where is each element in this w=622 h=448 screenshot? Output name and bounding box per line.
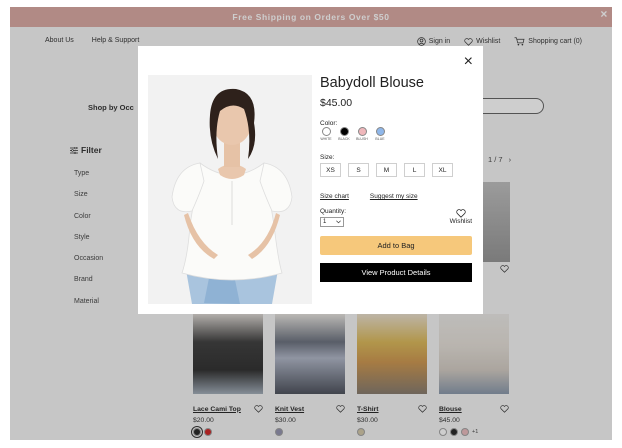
color-option-blush[interactable]: BLUSH bbox=[356, 127, 368, 141]
size-option-xs[interactable]: XS bbox=[320, 163, 341, 177]
page-frame: Free Shipping on Orders Over $50 × About… bbox=[10, 7, 612, 440]
size-option-s[interactable]: S bbox=[348, 163, 369, 177]
color-option-blue[interactable]: BLUE bbox=[374, 127, 386, 141]
color-label: Color: bbox=[320, 120, 338, 127]
heart-icon bbox=[456, 209, 466, 218]
color-name: BLUSH bbox=[356, 137, 368, 141]
model-figure bbox=[148, 75, 312, 304]
size-option-xl[interactable]: XL bbox=[432, 163, 453, 177]
wishlist-toggle[interactable]: Wishlist bbox=[450, 209, 472, 225]
size-chart-link[interactable]: Size chart bbox=[320, 193, 349, 200]
quick-view-modal: × Babydoll Blouse $45.00 Color: WHITE BL… bbox=[138, 46, 483, 314]
color-swatch bbox=[375, 127, 385, 136]
size-label: Size: bbox=[320, 154, 335, 161]
add-to-bag-button[interactable]: Add to Bag bbox=[320, 236, 472, 255]
color-swatch bbox=[357, 127, 367, 136]
product-title: Babydoll Blouse bbox=[320, 75, 424, 91]
size-option-m[interactable]: M bbox=[376, 163, 397, 177]
product-photo bbox=[148, 75, 312, 304]
size-option-l[interactable]: L bbox=[404, 163, 425, 177]
color-name: BLACK bbox=[338, 137, 350, 141]
color-name: BLUE bbox=[375, 137, 385, 141]
color-swatch bbox=[339, 127, 349, 136]
color-options: WHITE BLACK BLUSH BLUE bbox=[320, 127, 386, 141]
quantity-value: 1 bbox=[323, 219, 327, 225]
close-icon[interactable]: × bbox=[464, 54, 473, 70]
view-product-details-button[interactable]: View Product Details bbox=[320, 263, 472, 282]
color-name: WHITE bbox=[320, 137, 332, 141]
quantity-label: Quantity: bbox=[320, 208, 347, 215]
wishlist-label: Wishlist bbox=[449, 218, 472, 225]
quantity-select[interactable]: 1 bbox=[320, 217, 344, 227]
suggest-size-link[interactable]: Suggest my size bbox=[370, 193, 418, 200]
color-option-black[interactable]: BLACK bbox=[338, 127, 350, 141]
size-options: XS S M L XL bbox=[320, 163, 453, 177]
chevron-down-icon bbox=[336, 220, 341, 224]
size-links: Size chart Suggest my size bbox=[320, 193, 418, 200]
color-swatch bbox=[321, 127, 331, 136]
color-option-white[interactable]: WHITE bbox=[320, 127, 332, 141]
product-price: $45.00 bbox=[320, 97, 353, 109]
